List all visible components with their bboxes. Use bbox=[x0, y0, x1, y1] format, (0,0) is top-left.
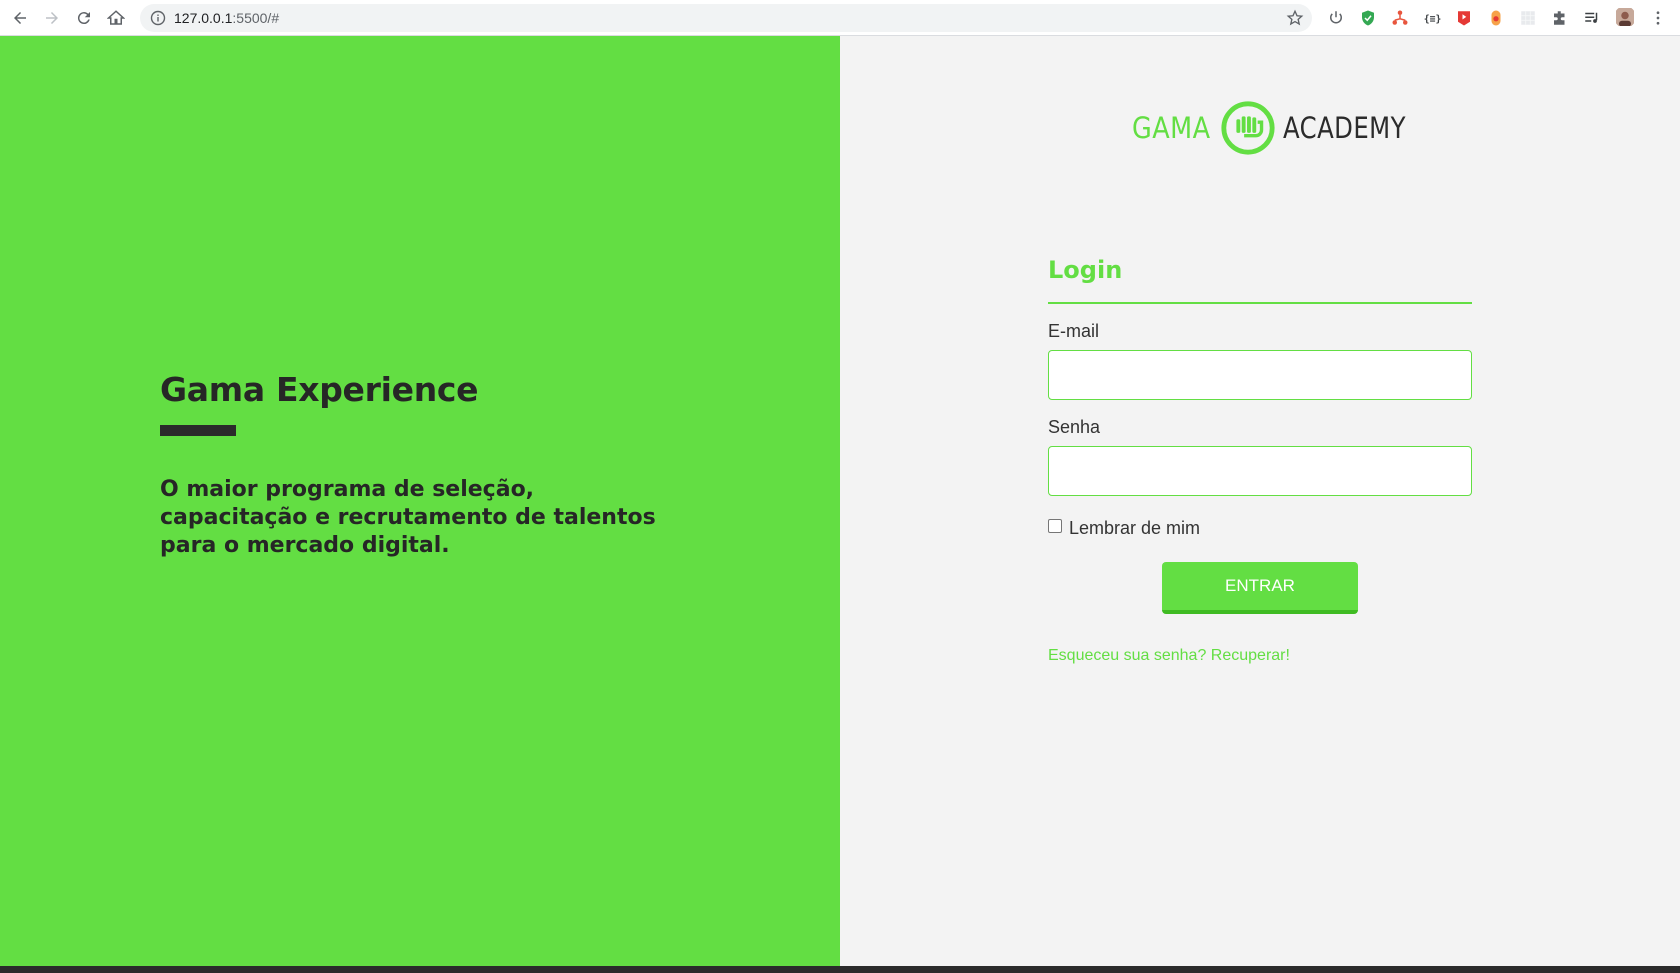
remember-me-label[interactable]: Lembrar de mim bbox=[1069, 518, 1200, 539]
profile-avatar[interactable] bbox=[1614, 6, 1636, 28]
grid-icon[interactable] bbox=[1518, 8, 1538, 28]
svg-text:{≡}: {≡} bbox=[1424, 14, 1441, 25]
gama-academy-logo: GAMA ACADEMY bbox=[1132, 98, 1429, 158]
hero-title: Gama Experience bbox=[160, 370, 479, 409]
fist-logo-icon bbox=[1221, 101, 1275, 155]
home-icon[interactable] bbox=[102, 4, 130, 32]
info-icon[interactable] bbox=[150, 10, 166, 26]
power-icon[interactable] bbox=[1326, 8, 1346, 28]
logo-gama-text: GAMA bbox=[1132, 111, 1211, 145]
puzzle-icon[interactable] bbox=[1550, 8, 1570, 28]
hero-description: O maior programa de seleção, capacitação… bbox=[160, 477, 656, 558]
login-title: Login bbox=[1048, 256, 1123, 284]
bottom-edge bbox=[0, 966, 1680, 973]
login-submit-button[interactable]: ENTRAR bbox=[1162, 562, 1358, 614]
logo-academy-text: ACADEMY bbox=[1283, 111, 1407, 145]
recorder-icon[interactable] bbox=[1486, 8, 1506, 28]
forgot-password-link[interactable]: Esqueceu sua senha? Recuperar! bbox=[1048, 647, 1290, 665]
menu-icon[interactable] bbox=[1648, 8, 1668, 28]
email-input[interactable] bbox=[1048, 350, 1472, 400]
password-input[interactable] bbox=[1048, 446, 1472, 496]
youtube-icon[interactable] bbox=[1454, 8, 1474, 28]
password-label: Senha bbox=[1048, 417, 1101, 437]
hero-title-underline bbox=[160, 425, 236, 436]
shield-icon[interactable] bbox=[1358, 8, 1378, 28]
braces-icon[interactable]: {≡} bbox=[1422, 8, 1442, 28]
forward-icon[interactable] bbox=[38, 4, 66, 32]
url-text: 127.0.0.1:5500/# bbox=[174, 10, 280, 26]
back-icon[interactable] bbox=[6, 4, 34, 32]
login-panel bbox=[840, 36, 1680, 966]
remember-me-checkbox[interactable] bbox=[1048, 519, 1062, 533]
star-icon[interactable] bbox=[1286, 9, 1304, 27]
reload-icon[interactable] bbox=[70, 4, 98, 32]
login-title-divider bbox=[1048, 302, 1472, 304]
address-bar[interactable]: 127.0.0.1:5500/# bbox=[140, 4, 1312, 32]
browser-toolbar: 127.0.0.1:5500/# {≡} bbox=[0, 0, 1680, 36]
playlist-icon[interactable] bbox=[1582, 8, 1602, 28]
network-icon[interactable] bbox=[1390, 8, 1410, 28]
email-label: E-mail bbox=[1048, 321, 1100, 341]
